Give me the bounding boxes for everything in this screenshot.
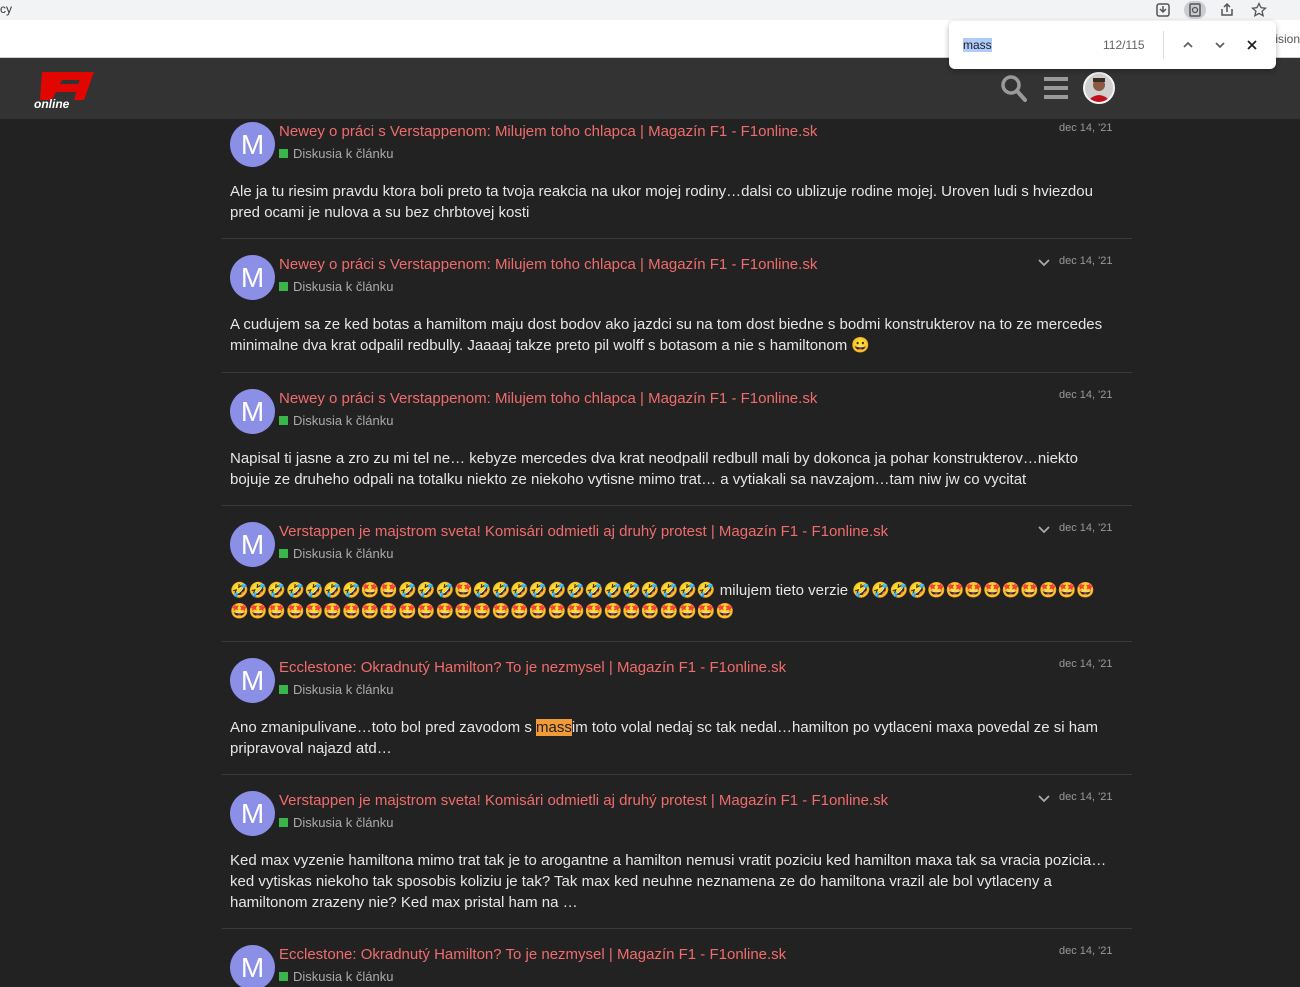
expand-chevron-icon[interactable] [1037, 523, 1051, 537]
bookmark-star-icon[interactable] [1248, 1, 1270, 19]
post-item: M Verstappen je majstrom sveta! Komisári… [222, 775, 1132, 929]
avatar[interactable]: M [230, 389, 275, 434]
share-icon[interactable] [1216, 1, 1238, 19]
post-date[interactable]: dec 14, '21 [1059, 945, 1112, 957]
post-item: M Newey o práci s Verstappenom: Milujem … [222, 119, 1132, 239]
category-color-square [279, 818, 288, 827]
category-label: Diskusia k článku [293, 413, 394, 428]
find-in-page-icon[interactable] [1184, 1, 1206, 19]
post-date[interactable]: dec 14, '21 [1059, 122, 1112, 134]
post-date[interactable]: dec 14, '21 [1059, 255, 1112, 267]
post-body: 🤣🤣🤣🤣🤣🤣🤣🤩🤩🤣🤣🤣🤩🤣🤣🤣🤣🤣🤣🤣🤣🤣🤣🤣🤣🤣 milujem tieto… [230, 580, 1120, 622]
bookmark-fragment[interactable]: ision [1275, 32, 1300, 46]
category-color-square [279, 685, 288, 694]
category-badge[interactable]: Diskusia k článku [279, 546, 393, 561]
post-body: Ale ja tu riesim pravdu ktora boli preto… [230, 183, 1093, 221]
category-label: Diskusia k článku [293, 146, 394, 161]
post-date[interactable]: dec 14, '21 [1059, 791, 1112, 803]
find-next-button[interactable] [1210, 35, 1230, 55]
category-badge[interactable]: Diskusia k článku [279, 682, 393, 697]
avatar[interactable]: M [230, 945, 275, 987]
category-badge[interactable]: Diskusia k článku [279, 146, 393, 161]
address-bar-fragment: cy [0, 2, 12, 16]
category-label: Diskusia k článku [293, 546, 394, 561]
post-topic-link[interactable]: Ecclestone: Okradnutý Hamilton? To je ne… [279, 659, 786, 676]
post-item: M Newey o práci s Verstappenom: Milujem … [222, 239, 1132, 373]
f1online-logo[interactable]: online [32, 70, 96, 111]
post-item: M Verstappen je majstrom sveta! Komisári… [222, 506, 1132, 642]
avatar[interactable]: M [230, 791, 275, 836]
expand-chevron-icon[interactable] [1037, 256, 1051, 270]
post-topic-link[interactable]: Newey o práci s Verstappenom: Milujem to… [279, 390, 817, 407]
find-query-text: mass [963, 38, 992, 52]
find-match-count: 112/115 [1103, 38, 1145, 52]
chevron-up-icon [1183, 41, 1193, 48]
avatar[interactable]: M [230, 522, 275, 567]
category-color-square [279, 972, 288, 981]
find-input[interactable]: mass [963, 38, 992, 52]
post-body-line: 🤣🤣🤣🤣🤣🤣🤣🤩🤩🤣🤣🤣🤩🤣🤣🤣🤣🤣🤣🤣🤣🤣🤣🤣🤣🤣 milujem tieto… [230, 582, 1096, 599]
post-topic-link[interactable]: Newey o práci s Verstappenom: Milujem to… [279, 256, 817, 273]
post-body-text: Ano zmanipulivane…toto bol pred zavodom … [230, 719, 537, 736]
post-topic-link[interactable]: Verstappen je majstrom sveta! Komisári o… [279, 523, 888, 540]
category-label: Diskusia k článku [293, 682, 394, 697]
post-body: Napisal ti jasne a zro zu mi tel ne… keb… [230, 450, 1078, 488]
find-divider [1163, 31, 1164, 59]
post-body-line: 🤩🤩🤩🤩🤩🤩🤩🤩🤩🤩🤩🤩🤩🤩🤩🤩🤩🤩🤩🤩🤩🤩🤩🤩🤩🤩🤩 [230, 603, 735, 620]
category-label: Diskusia k článku [293, 969, 394, 984]
category-color-square [279, 416, 288, 425]
category-label: Diskusia k článku [293, 815, 394, 830]
avatar[interactable]: M [230, 122, 275, 167]
category-badge[interactable]: Diskusia k článku [279, 969, 393, 984]
chevron-down-icon [1215, 42, 1225, 49]
close-icon [1247, 40, 1257, 50]
find-close-button[interactable] [1242, 35, 1262, 55]
avatar[interactable]: M [230, 255, 275, 300]
category-color-square [279, 282, 288, 291]
category-color-square [279, 549, 288, 558]
expand-chevron-icon[interactable] [1037, 792, 1051, 806]
post-body: Ano zmanipulivane…toto bol pred zavodom … [230, 717, 1120, 759]
user-avatar[interactable] [1083, 72, 1115, 104]
category-badge[interactable]: Diskusia k článku [279, 413, 393, 428]
post-date[interactable]: dec 14, '21 [1059, 389, 1112, 401]
post-topic-link[interactable]: Ecclestone: Okradnutý Hamilton? To je ne… [279, 946, 786, 963]
avatar[interactable]: M [230, 658, 275, 703]
post-body: Ked max vyzenie hamiltona mimo trat tak … [230, 852, 1107, 911]
install-app-icon[interactable] [1152, 1, 1174, 19]
post-body: A cudujem sa ze ked botas a hamiltom maj… [230, 316, 1103, 354]
find-match-highlight: mass [536, 719, 572, 736]
post-item: M Ecclestone: Okradnutý Hamilton? To je … [222, 642, 1132, 775]
post-item: M Newey o práci s Verstappenom: Milujem … [222, 373, 1132, 506]
post-date[interactable]: dec 14, '21 [1059, 522, 1112, 534]
find-previous-button[interactable] [1178, 35, 1198, 55]
svg-text:online: online [34, 97, 70, 110]
post-list: M Newey o práci s Verstappenom: Milujem … [222, 119, 1132, 987]
browser-toolbar: cy [0, 0, 1300, 20]
post-topic-link[interactable]: Verstappen je majstrom sveta! Komisári o… [279, 792, 888, 809]
post-date[interactable]: dec 14, '21 [1059, 658, 1112, 670]
post-item: M Ecclestone: Okradnutý Hamilton? To je … [222, 929, 1132, 987]
hamburger-menu-icon[interactable] [1043, 75, 1069, 106]
category-badge[interactable]: Diskusia k článku [279, 279, 393, 294]
category-color-square [279, 149, 288, 158]
search-icon[interactable] [1000, 73, 1028, 108]
category-badge[interactable]: Diskusia k článku [279, 815, 393, 830]
category-label: Diskusia k článku [293, 279, 394, 294]
post-topic-link[interactable]: Newey o práci s Verstappenom: Milujem to… [279, 123, 817, 140]
find-bar: mass 112/115 [949, 21, 1276, 69]
